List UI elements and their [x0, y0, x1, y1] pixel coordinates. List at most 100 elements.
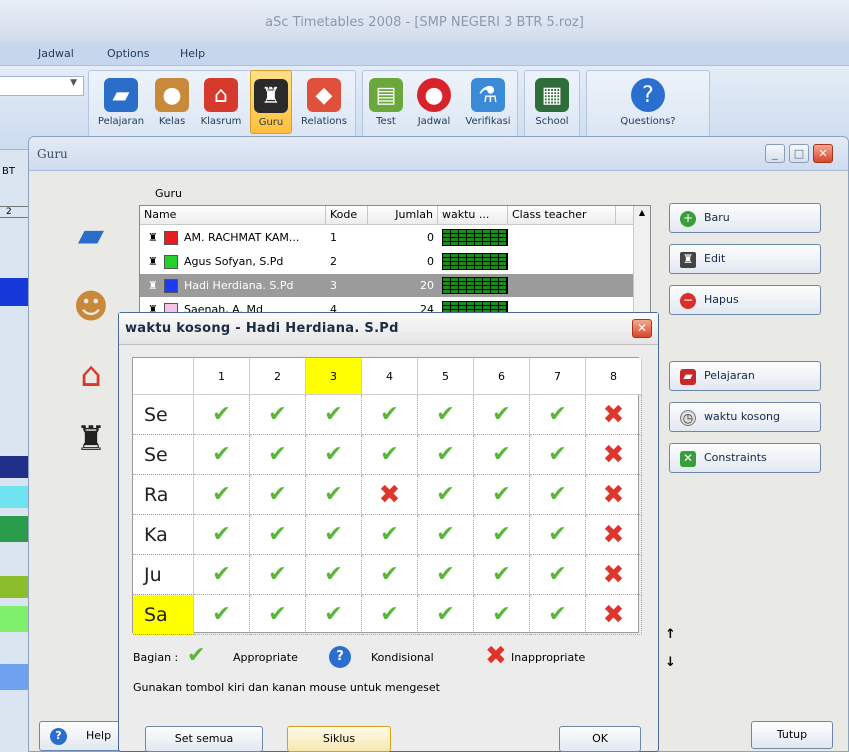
cross-icon[interactable]: ✖: [586, 595, 642, 635]
ribbon-relations-button[interactable]: ◆ Relations: [294, 70, 354, 134]
check-icon[interactable]: ✔: [362, 395, 418, 435]
waktu-kosong-button[interactable]: ◷ waktu kosong: [669, 402, 821, 432]
ribbon-jadwal-button[interactable]: ● Jadwal: [410, 70, 458, 134]
menu-help[interactable]: Help: [180, 42, 205, 66]
check-icon[interactable]: ✔: [530, 435, 586, 475]
ribbon-test-button[interactable]: ▤ Test: [366, 70, 406, 134]
check-icon[interactable]: ✔: [530, 395, 586, 435]
column-header-kode[interactable]: Kode: [326, 206, 368, 225]
check-icon[interactable]: ✔: [418, 595, 474, 635]
check-icon[interactable]: ✔: [194, 475, 250, 515]
ribbon-guru-button[interactable]: ♜ Guru: [250, 70, 292, 134]
day-header[interactable]: Se: [133, 395, 194, 435]
check-icon[interactable]: ✔: [362, 515, 418, 555]
day-header[interactable]: Se: [133, 435, 194, 475]
check-icon[interactable]: ✔: [418, 395, 474, 435]
check-icon[interactable]: ✔: [250, 395, 306, 435]
check-icon[interactable]: ✔: [418, 555, 474, 595]
check-icon[interactable]: ✔: [474, 475, 530, 515]
check-icon[interactable]: ✔: [194, 595, 250, 635]
ribbon-school-button[interactable]: ▦ School: [528, 70, 576, 134]
cross-icon[interactable]: ✖: [586, 555, 642, 595]
check-icon[interactable]: ✔: [418, 475, 474, 515]
arrow-down-icon[interactable]: ↓: [665, 655, 676, 670]
pelajaran-button[interactable]: ▰ Pelajaran: [669, 361, 821, 391]
baru-button[interactable]: + Baru: [669, 203, 821, 233]
menu-options[interactable]: Options: [107, 42, 149, 66]
check-icon[interactable]: ✔: [250, 475, 306, 515]
period-header[interactable]: 8: [586, 358, 642, 395]
help-button[interactable]: ? Help: [39, 721, 123, 751]
ribbon-klasrum-button[interactable]: ⌂ Klasrum: [194, 70, 248, 134]
check-icon[interactable]: ✔: [474, 555, 530, 595]
cross-icon[interactable]: ✖: [362, 475, 418, 515]
period-header[interactable]: 6: [474, 358, 530, 395]
day-header[interactable]: Ra: [133, 475, 194, 515]
constraints-button[interactable]: ✕ Constraints: [669, 443, 821, 473]
day-header[interactable]: Sa: [133, 595, 194, 635]
ok-button[interactable]: OK: [559, 726, 641, 752]
check-icon[interactable]: ✔: [474, 595, 530, 635]
check-icon[interactable]: ✔: [306, 435, 362, 475]
ribbon-verifikasi-button[interactable]: ⚗ Verifikasi: [460, 70, 516, 134]
menu-jadwal[interactable]: Jadwal: [38, 42, 74, 66]
minimize-icon[interactable]: _: [765, 144, 785, 163]
ribbon-pelajaran-button[interactable]: ▰ Pelajaran: [92, 70, 150, 134]
table-scrollbar[interactable]: ▲: [633, 206, 650, 322]
edit-button[interactable]: ♜ Edit: [669, 244, 821, 274]
column-header-class-teacher[interactable]: Class teacher: [508, 206, 616, 225]
period-header[interactable]: 4: [362, 358, 418, 395]
check-icon[interactable]: ✔: [194, 515, 250, 555]
scroll-up-icon[interactable]: ▲: [634, 206, 650, 220]
period-header[interactable]: 3: [306, 358, 362, 395]
table-row[interactable]: ♜ AM. RACHMAT KAM... 1 0: [140, 226, 650, 249]
check-icon[interactable]: ✔: [530, 515, 586, 555]
check-icon[interactable]: ✔: [250, 555, 306, 595]
check-icon[interactable]: ✔: [306, 475, 362, 515]
column-header-jumlah[interactable]: Jumlah: [368, 206, 438, 225]
cross-icon[interactable]: ✖: [586, 395, 642, 435]
table-row[interactable]: ♜ Hadi Herdiana. S.Pd 3 20: [140, 274, 650, 297]
check-icon[interactable]: ✔: [250, 595, 306, 635]
check-icon[interactable]: ✔: [530, 555, 586, 595]
ribbon-kelas-button[interactable]: ● Kelas: [152, 70, 192, 134]
check-icon[interactable]: ✔: [474, 395, 530, 435]
column-header-name[interactable]: Name: [140, 206, 326, 225]
check-icon[interactable]: ✔: [194, 555, 250, 595]
check-icon[interactable]: ✔: [306, 515, 362, 555]
close-icon[interactable]: ✕: [813, 144, 833, 163]
check-icon[interactable]: ✔: [306, 555, 362, 595]
check-icon[interactable]: ✔: [194, 395, 250, 435]
check-icon[interactable]: ✔: [418, 515, 474, 555]
period-header[interactable]: 5: [418, 358, 474, 395]
check-icon[interactable]: ✔: [362, 555, 418, 595]
cross-icon[interactable]: ✖: [586, 475, 642, 515]
check-icon[interactable]: ✔: [362, 435, 418, 475]
maximize-icon[interactable]: □: [789, 144, 809, 163]
check-icon[interactable]: ✔: [194, 435, 250, 475]
arrow-up-icon[interactable]: ↑: [665, 627, 676, 642]
day-header[interactable]: Ka: [133, 515, 194, 555]
hapus-button[interactable]: − Hapus: [669, 285, 821, 315]
tutup-button[interactable]: Tutup: [751, 721, 833, 749]
siklus-button[interactable]: Siklus: [287, 726, 391, 752]
ribbon-questions-button[interactable]: ? Questions?: [608, 70, 688, 134]
check-icon[interactable]: ✔: [306, 595, 362, 635]
table-row[interactable]: ♜ Agus Sofyan, S.Pd 2 0: [140, 250, 650, 273]
period-header[interactable]: 7: [530, 358, 586, 395]
check-icon[interactable]: ✔: [250, 515, 306, 555]
check-icon[interactable]: ✔: [306, 395, 362, 435]
check-icon[interactable]: ✔: [250, 435, 306, 475]
cross-icon[interactable]: ✖: [586, 435, 642, 475]
ribbon-combo[interactable]: ▼: [0, 76, 84, 96]
day-header[interactable]: Ju: [133, 555, 194, 595]
column-header-extra[interactable]: [616, 206, 634, 225]
set-semua-button[interactable]: Set semua: [145, 726, 263, 752]
check-icon[interactable]: ✔: [474, 435, 530, 475]
period-header[interactable]: 2: [250, 358, 306, 395]
check-icon[interactable]: ✔: [530, 595, 586, 635]
check-icon[interactable]: ✔: [418, 435, 474, 475]
cross-icon[interactable]: ✖: [586, 515, 642, 555]
check-icon[interactable]: ✔: [474, 515, 530, 555]
close-icon[interactable]: ✕: [632, 319, 652, 338]
